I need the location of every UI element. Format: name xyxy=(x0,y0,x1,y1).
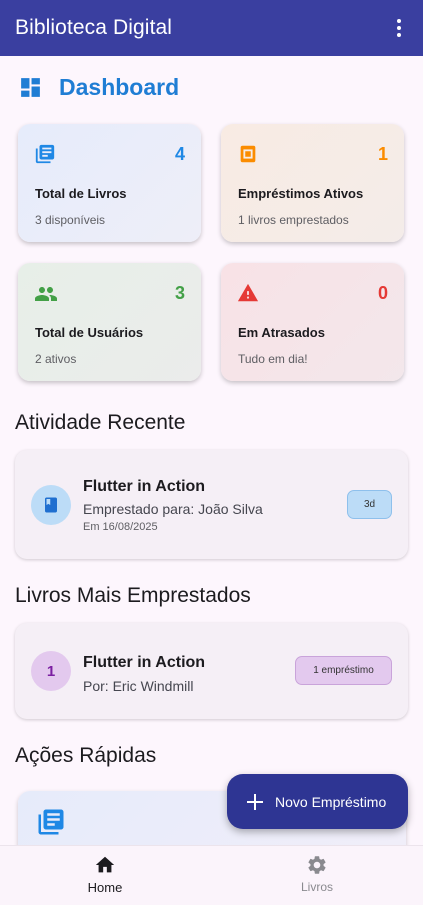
stat-count: 0 xyxy=(377,283,388,303)
book-icon xyxy=(45,497,57,513)
dashboard-header: Dashboard xyxy=(18,74,179,101)
nav-item-livros[interactable]: Livros xyxy=(257,854,377,894)
stat-sub: Tudo em dia! xyxy=(238,352,308,366)
stat-label: Empréstimos Ativos xyxy=(238,186,364,201)
stat-label: Total de Usuários xyxy=(35,325,144,340)
stat-sub: 2 ativos xyxy=(35,352,77,366)
library-books-icon xyxy=(35,144,55,164)
stat-count: 3 xyxy=(174,283,185,303)
rank-number: 1 xyxy=(46,662,56,680)
stat-sub: 1 livros emprestados xyxy=(238,213,349,227)
nav-label: Home xyxy=(87,880,123,895)
stat-card-emprestimos-ativos[interactable]: 1 Empréstimos Ativos 1 livros emprestado… xyxy=(221,124,404,242)
home-icon xyxy=(95,856,115,873)
people-icon xyxy=(35,287,57,301)
item-title: Flutter in Action xyxy=(83,478,206,495)
page-title: Dashboard xyxy=(59,74,180,100)
stat-count: 4 xyxy=(174,144,185,164)
fab-label: Novo Empréstimo xyxy=(275,793,387,810)
stat-label: Total de Livros xyxy=(35,186,127,201)
stat-card-total-livros[interactable]: 4 Total de Livros 3 disponíveis xyxy=(18,124,201,242)
rank-avatar: 1 xyxy=(31,651,71,691)
app-bar: Biblioteca Digital xyxy=(0,0,423,56)
stat-sub: 3 disponíveis xyxy=(35,213,106,227)
recent-activity-item[interactable]: Flutter in Action Emprestado para: João … xyxy=(15,450,408,559)
library-books-icon xyxy=(38,809,64,835)
bottom-navigation: Home Livros xyxy=(0,845,423,905)
item-subtitle: Emprestado para: João Silva xyxy=(83,501,263,517)
item-title: Flutter in Action xyxy=(83,654,206,671)
more-vert-icon[interactable] xyxy=(389,16,409,40)
top-book-item[interactable]: 1 Flutter in Action Por: Eric Windmill 1… xyxy=(15,623,408,719)
book-avatar xyxy=(31,485,71,525)
gear-icon xyxy=(308,856,326,874)
nav-label: Livros xyxy=(300,880,333,894)
days-chip: 3d xyxy=(347,490,392,519)
book-loan-icon xyxy=(240,145,256,163)
warning-icon xyxy=(237,283,259,302)
section-title-quick-actions: Ações Rápidas xyxy=(15,744,157,767)
stat-label: Em Atrasados xyxy=(238,325,325,340)
dashboard-icon xyxy=(21,78,40,97)
add-icon xyxy=(247,793,263,810)
stat-card-total-usuarios[interactable]: 3 Total de Usuários 2 ativos xyxy=(18,263,201,381)
stat-card-atrasados[interactable]: 0 Em Atrasados Tudo em dia! xyxy=(221,263,404,381)
stat-count: 1 xyxy=(377,144,388,164)
item-date: Em 16/08/2025 xyxy=(83,521,158,533)
new-loan-fab[interactable]: Novo Empréstimo xyxy=(227,774,408,829)
nav-item-home[interactable]: Home xyxy=(45,854,165,895)
section-title-recent: Atividade Recente xyxy=(15,411,186,434)
loan-count-chip: 1 empréstimo xyxy=(295,656,392,685)
section-title-top-books: Livros Mais Emprestados xyxy=(15,584,251,607)
app-title: Biblioteca Digital xyxy=(15,16,173,39)
item-author: Por: Eric Windmill xyxy=(83,678,194,694)
